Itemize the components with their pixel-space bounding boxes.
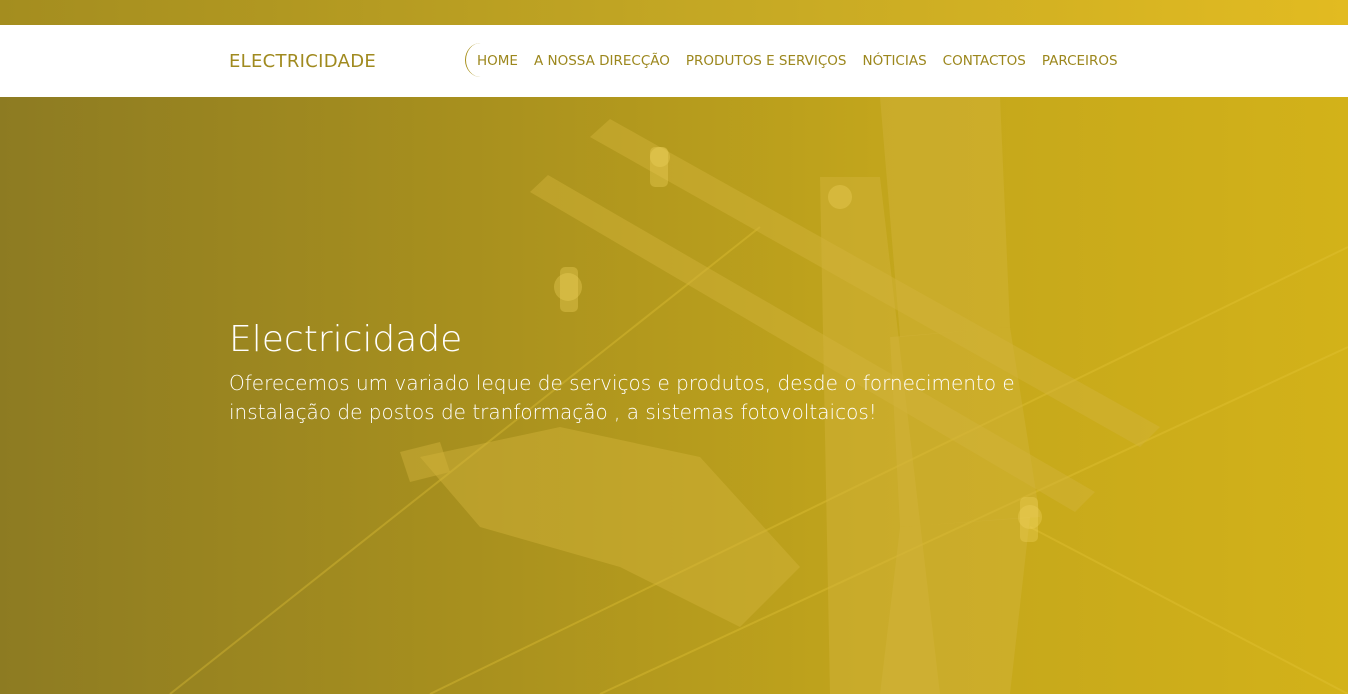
- nav-item-home[interactable]: HOME: [477, 53, 518, 69]
- hero-section: Electricidade Oferecemos um variado lequ…: [0, 97, 1348, 694]
- main-nav: HOME A NOSSA DIRECÇÃO PRODUTOS E SERVIÇO…: [465, 41, 1134, 81]
- nav-item-contactos[interactable]: CONTACTOS: [943, 53, 1026, 69]
- hero-description: Oferecemos um variado leque de serviços …: [229, 371, 1015, 424]
- nav-item-produtos-servicos[interactable]: PRODUTOS E SERVIÇOS: [686, 53, 847, 69]
- hero-title: Electricidade: [229, 319, 463, 360]
- nav-item-direccao[interactable]: A NOSSA DIRECÇÃO: [534, 53, 670, 69]
- nav-item-parceiros[interactable]: PARCEIROS: [1042, 53, 1118, 69]
- brand-logo[interactable]: ELECTRICIDADE: [229, 51, 376, 72]
- top-accent-bar: [0, 0, 1348, 25]
- navbar: ELECTRICIDADE HOME A NOSSA DIRECÇÃO PROD…: [0, 25, 1348, 97]
- nav-item-noticias[interactable]: NÓTICIAS: [862, 53, 926, 69]
